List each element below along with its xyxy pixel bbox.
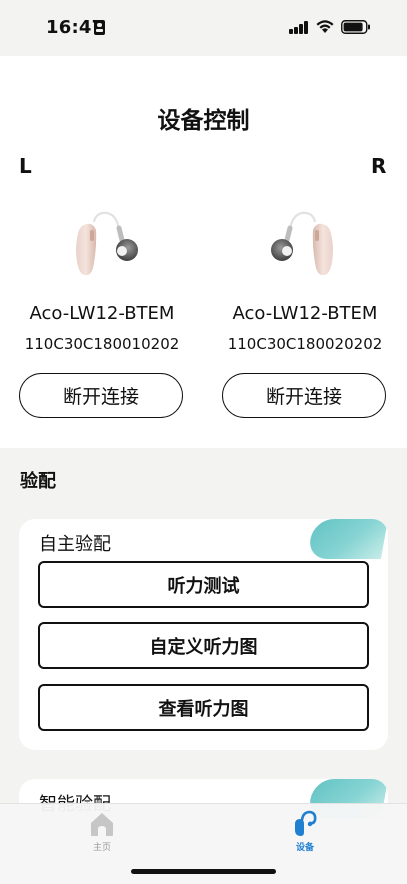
self-fitting-card: 自主验配 听力测试 自定义听力图 查看听力图 xyxy=(19,519,388,750)
battery-icon xyxy=(341,20,370,34)
wifi-icon xyxy=(316,20,334,33)
custom-audiogram-button[interactable]: 自定义听力图 xyxy=(38,622,369,669)
left-hearing-aid-image xyxy=(76,211,138,276)
tab-home-label: 主页 xyxy=(92,843,111,853)
status-bar: 16:47 xyxy=(0,0,407,56)
home-indicator[interactable] xyxy=(131,869,276,874)
right-side-label: R xyxy=(371,154,387,178)
right-disconnect-button[interactable]: 断开连接 xyxy=(222,373,386,418)
right-device-model: Aco-LW12-BTEM xyxy=(232,303,378,324)
cellular-signal-icon xyxy=(289,21,309,34)
hearing-test-button[interactable]: 听力测试 xyxy=(38,561,369,608)
self-fitting-label: 自主验配 xyxy=(39,534,111,555)
left-disconnect-button[interactable]: 断开连接 xyxy=(19,373,183,418)
page-title: 设备控制 xyxy=(157,108,250,134)
right-device-serial: 110C30C180020202 xyxy=(227,335,383,353)
home-icon xyxy=(91,813,113,836)
tab-device[interactable]: 设备 xyxy=(275,810,335,856)
left-device-model: Aco-LW12-BTEM xyxy=(29,303,175,324)
decorative-teal-shape xyxy=(306,519,388,559)
tab-home[interactable]: 主页 xyxy=(72,810,132,856)
tab-device-label: 设备 xyxy=(295,843,314,853)
right-hearing-aid-image xyxy=(271,211,333,276)
view-audiogram-button[interactable]: 查看听力图 xyxy=(38,684,369,731)
left-device-serial: 110C30C180010202 xyxy=(24,335,180,353)
id-card-icon xyxy=(94,20,105,35)
left-side-label: L xyxy=(19,154,32,178)
hearing-aid-icon xyxy=(295,810,317,836)
fitting-section-title: 验配 xyxy=(20,471,56,492)
